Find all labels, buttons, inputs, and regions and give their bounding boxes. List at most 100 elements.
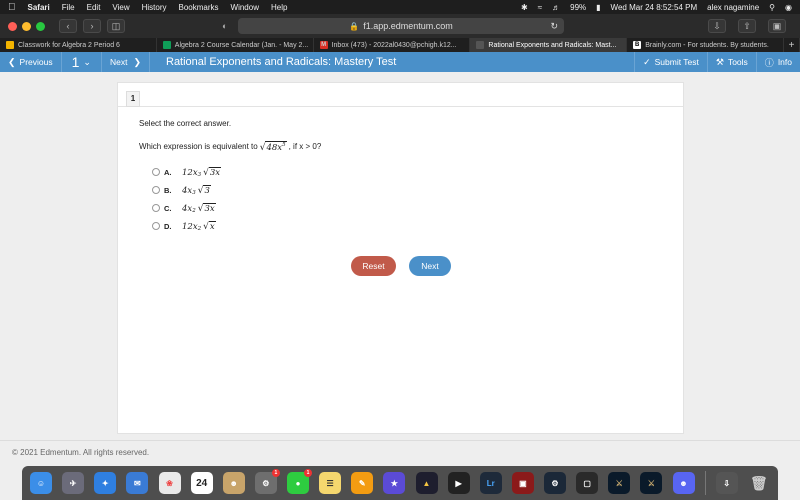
mail-icon[interactable]: ✉ xyxy=(126,472,149,494)
tab-label: Brainly.com - For students. By students. xyxy=(645,41,769,49)
zoom-window-button[interactable] xyxy=(36,21,45,31)
pages-icon[interactable]: ✎ xyxy=(351,472,374,494)
copyright-text: © 2021 Edmentum. All rights reserved. xyxy=(12,448,150,457)
trash-icon[interactable]: 🗑 xyxy=(748,472,770,494)
spotlight-icon[interactable]: ⚲ xyxy=(769,3,775,12)
answer-option-c[interactable]: C. 4x 2 √ 3x xyxy=(152,202,223,214)
reload-icon[interactable]: ↻ xyxy=(550,21,558,32)
option-exponent: 2 xyxy=(192,207,196,214)
lightroom-icon[interactable]: Lr xyxy=(479,472,502,494)
menu-help[interactable]: Help xyxy=(271,3,287,12)
browser-toolbar: ‹ › ◫ ◐ 🔒 f1.app.edmentum.com ↻ ⇩ ⇧ ▣ xyxy=(0,14,800,38)
notes-icon[interactable]: ☰ xyxy=(319,472,342,494)
info-button[interactable]: ⓘ Info xyxy=(755,52,800,72)
toolbar-right: ⇩ ⇧ ▣ xyxy=(708,19,792,33)
option-expression: 4x 2 √ 3x xyxy=(182,202,216,214)
radio-button[interactable] xyxy=(152,168,160,176)
tab-overview-icon[interactable]: ▣ xyxy=(768,19,786,33)
tools-button[interactable]: ⚒ Tools xyxy=(706,52,756,72)
radio-button[interactable] xyxy=(152,186,160,194)
next-button[interactable]: Next xyxy=(409,256,451,276)
clock[interactable]: Wed Mar 24 8:52:54 PM xyxy=(611,3,698,12)
next-question-button[interactable]: Next ❯ xyxy=(102,52,150,72)
battery-icon[interactable]: ▮ xyxy=(596,3,600,12)
radio-button[interactable] xyxy=(152,222,160,230)
option-letter: C. xyxy=(164,203,172,213)
menu-window[interactable]: Window xyxy=(231,3,259,12)
calendar-icon[interactable]: 24 xyxy=(190,472,213,494)
url-text[interactable]: f1.app.edmentum.com xyxy=(363,21,453,31)
window-controls xyxy=(8,21,45,31)
brave-icon[interactable]: ▲ xyxy=(415,472,438,494)
league-of-legends-icon[interactable]: ⚔ xyxy=(608,472,631,494)
system-preferences-icon[interactable]: ⚙ 1 xyxy=(254,469,280,494)
option-radicand: 3x xyxy=(208,166,222,178)
option-exponent: 2 xyxy=(197,225,202,232)
tab-inbox[interactable]: M Inbox (473) - 2022al0430@pchigh.k12... xyxy=(314,38,471,52)
tab-brainly[interactable]: B Brainly.com - For students. By student… xyxy=(627,38,784,52)
photos-icon[interactable]: ❀ xyxy=(158,472,181,494)
option-coefficient: 4x xyxy=(182,203,193,214)
share-icon[interactable]: ⇧ xyxy=(738,19,756,33)
question-radicand: 48x xyxy=(266,142,283,153)
preview-icon[interactable]: ▢ xyxy=(576,472,599,494)
radio-button[interactable] xyxy=(152,204,160,212)
lightroom-label: Lr xyxy=(486,478,495,488)
submit-test-button[interactable]: ✓ Submit Test xyxy=(634,52,707,72)
option-radicand: 3x xyxy=(203,202,216,214)
menu-view[interactable]: View xyxy=(112,3,129,12)
tab-label: Inbox (473) - 2022al0430@pchigh.k12... xyxy=(331,41,457,49)
answer-option-d[interactable]: D. 12x 2 √ x xyxy=(152,220,223,232)
question-selector[interactable]: 1 ⌄ xyxy=(62,52,102,72)
sidebar-toggle-icon[interactable]: ◫ xyxy=(107,19,125,33)
answer-option-a[interactable]: A. 12x 3 √ 3x xyxy=(152,166,223,178)
messages-icon[interactable]: ● 1 xyxy=(287,469,312,494)
safari-icon[interactable]: ✦ xyxy=(94,472,117,494)
forward-button[interactable]: › xyxy=(83,19,101,33)
menu-history[interactable]: History xyxy=(142,3,167,12)
finder-icon[interactable]: ☺ xyxy=(30,472,52,494)
imovie-icon[interactable]: ★ xyxy=(383,472,406,494)
tab-mastery-test[interactable]: Rational Exponents and Radicals: Mast... xyxy=(470,38,628,52)
privacy-report-icon[interactable]: ◐ xyxy=(222,21,227,31)
final-cut-icon[interactable]: ▶ xyxy=(447,472,470,494)
address-bar[interactable]: ◐ 🔒 f1.app.edmentum.com ↻ xyxy=(222,18,564,34)
contacts-icon[interactable]: ☻ xyxy=(222,472,245,494)
status-area: ✱ ≈ ♬ 99% ▮ Wed Mar 24 8:52:54 PM alex n… xyxy=(521,3,792,12)
downloads-icon[interactable]: ⇩ xyxy=(708,19,726,33)
tab-label: Rational Exponents and Radicals: Mast... xyxy=(488,41,617,49)
battery-percentage[interactable]: 99% xyxy=(570,3,586,12)
user-name[interactable]: alex nagamine xyxy=(707,3,759,12)
tab-course-calendar[interactable]: Algebra 2 Course Calendar (Jan. - May 2.… xyxy=(157,38,314,52)
close-window-button[interactable] xyxy=(8,21,17,31)
apple-icon[interactable]:  xyxy=(8,2,16,13)
menu-edit[interactable]: Edit xyxy=(87,3,101,12)
previous-button[interactable]: ❮ Previous xyxy=(0,52,62,72)
question-radicand-exponent: 5 xyxy=(282,142,286,148)
tab-classwork[interactable]: Classwork for Algebra 2 Period 6 xyxy=(0,38,157,52)
bluetooth-icon[interactable]: ✱ xyxy=(521,3,528,12)
new-tab-button[interactable]: + xyxy=(784,38,800,52)
menu-bookmarks[interactable]: Bookmarks xyxy=(179,3,219,12)
discord-icon[interactable]: ☻ xyxy=(672,472,695,494)
chevron-left-circle-icon: ❮ xyxy=(8,56,16,67)
reset-button[interactable]: Reset xyxy=(351,256,396,276)
volume-icon[interactable]: ♬ xyxy=(552,3,560,12)
league-client-icon[interactable]: ⚔ xyxy=(640,472,663,494)
menu-file[interactable]: File xyxy=(62,3,75,12)
minimize-window-button[interactable] xyxy=(22,21,31,31)
menu-safari[interactable]: Safari xyxy=(28,3,50,12)
back-button[interactable]: ‹ xyxy=(59,19,77,33)
tab-label: Classwork for Algebra 2 Period 6 xyxy=(18,41,120,49)
question-radical: √ 48x5 xyxy=(259,141,287,153)
option-radicand: x xyxy=(208,220,216,232)
next-label: Next xyxy=(109,57,128,67)
launchpad-icon[interactable]: ✈ xyxy=(62,472,85,494)
steam-icon[interactable]: ⚙ xyxy=(544,472,566,494)
answer-option-b[interactable]: B. 4x 3 √ 3 xyxy=(152,184,223,196)
wifi-icon[interactable]: ≈ xyxy=(538,3,542,12)
downloads-stack-icon[interactable]: ⇩ xyxy=(715,472,738,494)
photo-booth-icon[interactable]: ▣ xyxy=(511,472,534,494)
brainly-favicon-icon: B xyxy=(633,41,642,49)
control-center-icon[interactable]: ◉ xyxy=(785,3,792,12)
